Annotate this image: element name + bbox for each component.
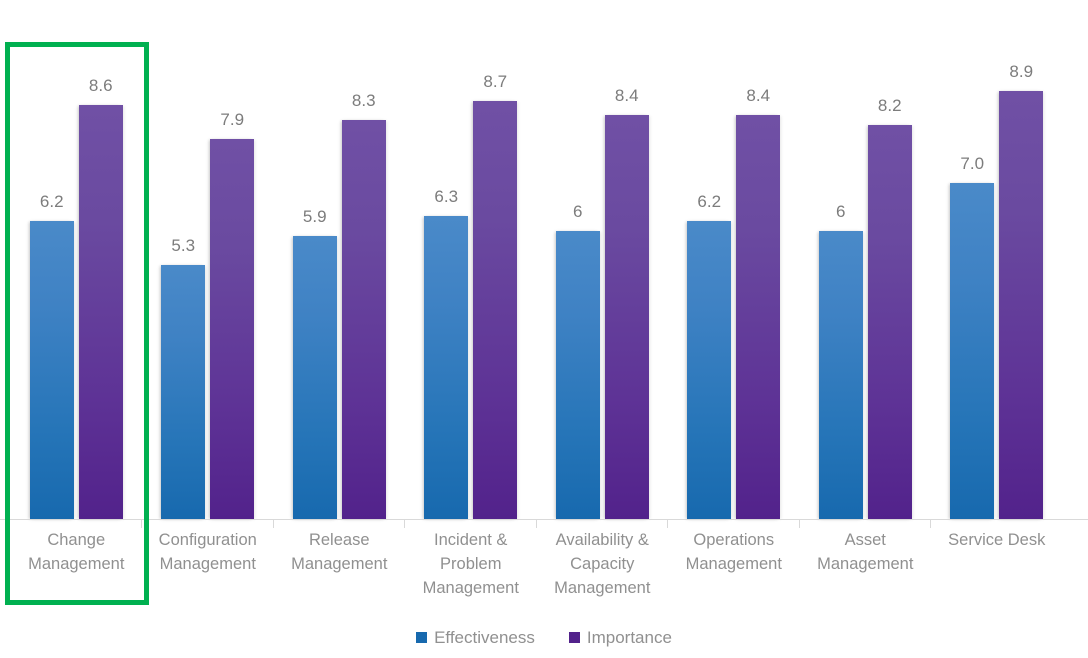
bar-value-label: 5.9 — [302, 206, 327, 226]
bar-effectiveness[interactable] — [424, 216, 469, 520]
bar-importance[interactable] — [999, 91, 1044, 520]
category-label: Asset Management — [800, 528, 932, 576]
bar-effectiveness[interactable] — [818, 230, 863, 520]
bar-value-label: 6.3 — [434, 187, 459, 207]
bar-value-label: 6.2 — [697, 192, 722, 212]
category-label-line: Configuration — [158, 531, 257, 549]
bar-group: 6 8.4 — [537, 0, 669, 520]
category-label-line: Management — [159, 555, 256, 573]
axis-tick — [535, 520, 537, 528]
bar-column[interactable]: 5.9 — [292, 1, 337, 520]
axis-tick — [272, 520, 274, 528]
bar-effectiveness[interactable] — [29, 221, 74, 520]
legend-item-effectiveness[interactable]: Effectiveness — [416, 629, 535, 646]
bar-value-label: 5.3 — [171, 235, 196, 255]
bar-effectiveness[interactable] — [555, 230, 600, 520]
bar-value-label: 8.9 — [1009, 62, 1034, 82]
legend-swatch-icon — [568, 631, 580, 643]
category-axis-line — [0, 519, 1088, 520]
axis-tick — [798, 520, 800, 528]
bar-group: 7.0 8.9 — [931, 0, 1063, 520]
bar-importance[interactable] — [473, 100, 518, 520]
bar-effectiveness[interactable] — [950, 182, 995, 520]
bar-column[interactable]: 8.3 — [341, 1, 386, 520]
bar-value-label: 8.6 — [88, 76, 113, 96]
legend-label: Effectiveness — [434, 627, 535, 647]
category-label-line: Management — [554, 579, 651, 597]
bar-column[interactable]: 8.4 — [604, 1, 649, 520]
bar-column[interactable]: 6.2 — [687, 1, 732, 520]
bar-column[interactable]: 6.3 — [424, 1, 469, 520]
bar-value-label: 6.2 — [39, 192, 64, 212]
bar-column[interactable]: 5.3 — [161, 1, 206, 520]
bar-importance[interactable] — [604, 115, 649, 520]
bar-group: 6.3 8.7 — [405, 0, 537, 520]
axis-tick — [404, 520, 405, 528]
bar-column[interactable]: 6 — [818, 1, 863, 520]
legend-label: Importance — [586, 627, 672, 647]
bar-column[interactable]: 6.2 — [29, 1, 74, 520]
axis-tick — [667, 520, 668, 528]
category-label-line: Problem — [440, 555, 502, 573]
bar-group: 6.2 8.4 — [668, 0, 800, 520]
category-label: Availability & Capacity Management — [537, 528, 669, 600]
bar-importance[interactable] — [210, 139, 255, 520]
bar-value-label: 8.7 — [483, 71, 508, 91]
category-label-line: Management — [817, 555, 914, 573]
category-label: Configuration Management — [142, 528, 274, 576]
bar-effectiveness[interactable] — [292, 235, 337, 520]
category-label-line: Capacity — [570, 555, 635, 573]
bar-importance[interactable] — [78, 105, 123, 520]
category-label-line: Release — [308, 531, 370, 549]
category-axis-labels: Change Management Configuration Management R… — [0, 528, 1088, 620]
bar-group: 6 8.2 — [800, 0, 932, 520]
category-label: Release Management — [274, 528, 406, 576]
category-label-line: Management — [28, 555, 125, 573]
axis-tick — [930, 520, 931, 528]
bar-importance[interactable] — [341, 119, 386, 520]
bar-column[interactable]: 8.7 — [473, 1, 518, 520]
category-label-line: Availability & — [555, 531, 649, 549]
legend-item-importance[interactable]: Importance — [568, 627, 672, 647]
bar-value-label: 8.4 — [746, 86, 771, 106]
bar-value-label: 7.9 — [220, 110, 245, 130]
plot-area: 6.2 8.6 5.3 7.9 5.9 8.3 6.3 8.7 6 8.4 6.2 8.4 6 8.2 7.… — [0, 0, 1088, 520]
bar-group: 5.3 7.9 — [142, 0, 274, 520]
bar-value-label: 6 — [836, 201, 846, 221]
bar-value-label: 8.4 — [614, 86, 639, 106]
category-label-line: Change — [47, 531, 106, 549]
axis-tick — [141, 520, 142, 528]
category-label-line: Incident & — [434, 531, 508, 549]
category-label-line: Asset — [844, 531, 886, 549]
bar-column[interactable]: 8.9 — [999, 1, 1044, 520]
bar-column[interactable]: 8.4 — [736, 1, 781, 520]
bar-group: 5.9 8.3 — [274, 0, 406, 520]
bar-column[interactable]: 8.6 — [78, 1, 123, 520]
category-label-line: Management — [291, 555, 388, 573]
bar-column[interactable]: 6 — [555, 1, 600, 520]
category-label: Operations Management — [668, 528, 800, 576]
bar-effectiveness[interactable] — [161, 264, 206, 520]
bar-column[interactable]: 7.0 — [950, 1, 995, 520]
bar-effectiveness[interactable] — [687, 221, 732, 520]
category-label: Change Management — [11, 528, 143, 576]
bar-importance[interactable] — [867, 124, 912, 520]
category-label: Service Desk — [931, 528, 1063, 552]
category-label-line: Service Desk — [948, 531, 1046, 549]
bar-chart: 6.2 8.6 5.3 7.9 5.9 8.3 6.3 8.7 6 8.4 6.2 8.4 6 8.2 7.… — [0, 0, 1088, 658]
chart-legend: Effectiveness Importance — [0, 624, 1088, 650]
bar-group: 6.2 8.6 — [11, 0, 143, 520]
legend-swatch-icon — [416, 631, 428, 643]
bar-column[interactable]: 8.2 — [867, 1, 912, 520]
bar-value-label: 6 — [573, 201, 583, 221]
bar-column[interactable]: 7.9 — [210, 1, 255, 520]
bar-value-label: 7.0 — [960, 153, 985, 173]
category-label-line: Operations — [693, 531, 775, 549]
bar-value-label: 8.3 — [351, 90, 376, 110]
category-label-line: Management — [422, 579, 519, 597]
bar-importance[interactable] — [736, 115, 781, 520]
bar-value-label: 8.2 — [877, 95, 902, 115]
category-label-line: Management — [685, 555, 782, 573]
category-label: Incident & Problem Management — [405, 528, 537, 600]
